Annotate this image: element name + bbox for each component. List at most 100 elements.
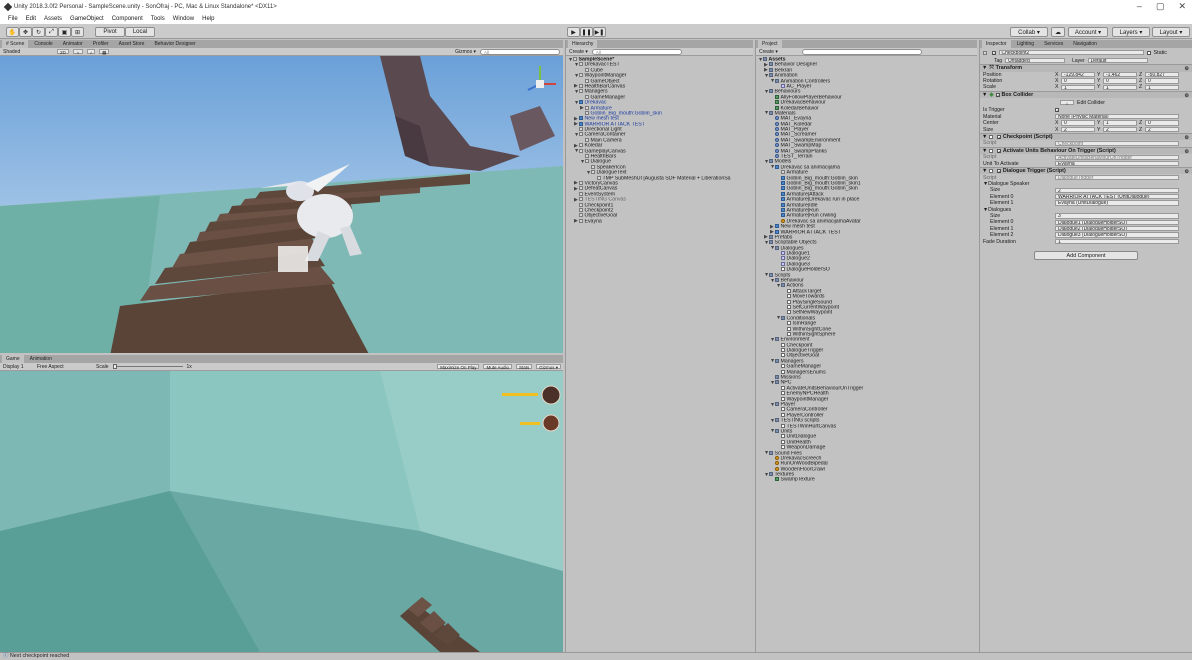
- dialogues-size-field[interactable]: 3: [1055, 213, 1179, 219]
- scale-slider[interactable]: [112, 364, 183, 369]
- unit-to-activate-field[interactable]: Evayna: [1055, 161, 1179, 167]
- tab-project[interactable]: Project: [758, 40, 782, 48]
- tab-animation[interactable]: Animation: [26, 355, 56, 363]
- rotation-y-field[interactable]: 0: [1103, 78, 1137, 84]
- is-trigger-checkbox[interactable]: ✓: [1055, 108, 1059, 113]
- pause-button[interactable]: ❚❚: [580, 27, 593, 37]
- minimize-button[interactable]: –: [1137, 1, 1142, 12]
- scene-viewport[interactable]: [0, 56, 563, 353]
- display-dropdown[interactable]: Display 1: [3, 364, 33, 370]
- object-name-field[interactable]: Checkpoint2: [998, 49, 1144, 56]
- edit-collider-button[interactable]: ⌂: [1060, 99, 1074, 106]
- game-viewport[interactable]: [0, 371, 563, 652]
- object-active-checkbox[interactable]: ✓: [991, 50, 996, 55]
- move-tool-button[interactable]: ✥: [19, 27, 32, 37]
- box-collider-header[interactable]: ▼ ◈ ✓ Box Collider ⚙: [980, 90, 1192, 99]
- project-create-button[interactable]: Create ▾: [759, 49, 778, 55]
- menu-file[interactable]: File: [8, 16, 18, 22]
- speaker-element-1-field[interactable]: Evayna (UnitDialogue): [1055, 200, 1179, 206]
- checkpoint-script-header[interactable]: ▼ ✓ Checkpoint (Script) ⚙: [980, 132, 1192, 141]
- scene-gizmos-dropdown[interactable]: Gizmos ▾: [455, 49, 476, 55]
- dialogue-element-2-field[interactable]: Dialogue3 (DialogueHolderSO): [1055, 232, 1179, 238]
- material-field[interactable]: None (Physic Material): [1055, 114, 1179, 120]
- hierarchy-item-row[interactable]: ▶ Evayna: [566, 218, 753, 224]
- maximize-button[interactable]: ▢: [1156, 1, 1165, 12]
- scale-y-field[interactable]: 1: [1103, 84, 1137, 91]
- tab-scene[interactable]: # Scene: [2, 40, 29, 48]
- dialogue-element-1-field[interactable]: Dialogue2 (DialogueHolderSO): [1055, 226, 1179, 232]
- dialogue-trigger-header[interactable]: ▼ ✓ Dialogue Trigger (Script) ⚙: [980, 166, 1192, 175]
- audio-toggle[interactable]: ♪: [86, 48, 96, 55]
- 2d-toggle[interactable]: 2D: [57, 48, 69, 55]
- hand-tool-button[interactable]: ✋: [6, 27, 19, 37]
- tab-hierarchy[interactable]: Hierarchy: [568, 40, 598, 48]
- game-gizmos-dropdown[interactable]: Gizmos ▾: [536, 363, 561, 370]
- account-button[interactable]: Account ▾: [1068, 27, 1108, 37]
- box-collider-enabled-checkbox[interactable]: ✓: [995, 92, 1000, 97]
- layer-dropdown[interactable]: Default: [1087, 57, 1148, 64]
- tab-navigation[interactable]: Navigation: [1069, 40, 1101, 48]
- dialogue-element-0-field[interactable]: Dialogue1 (DialogueHolderSO): [1055, 219, 1179, 226]
- scale-z-field[interactable]: 1: [1145, 84, 1179, 91]
- transform-header[interactable]: ▼ ⤧ Transform ⚙: [980, 64, 1192, 72]
- project-search-input[interactable]: [801, 48, 922, 55]
- fade-duration-field[interactable]: 1: [1055, 238, 1179, 245]
- hierarchy-create-button[interactable]: Create ▾: [569, 49, 588, 55]
- size-x-field[interactable]: 2: [1061, 126, 1095, 133]
- close-button[interactable]: ✕: [1178, 1, 1186, 12]
- tab-services[interactable]: Services: [1040, 40, 1067, 48]
- stats-toggle[interactable]: Stats: [515, 363, 533, 370]
- position-x-field[interactable]: -129.842: [1061, 72, 1095, 78]
- center-x-field[interactable]: 0: [1061, 120, 1095, 126]
- menu-edit[interactable]: Edit: [26, 16, 36, 22]
- speaker-element-0-field[interactable]: WARRIOR ATTACK TEST (UnitDialogue): [1055, 194, 1179, 200]
- activate-enabled-checkbox[interactable]: ✓: [996, 148, 1001, 153]
- project-item-row[interactable]: SwampTexture: [756, 477, 977, 483]
- play-button[interactable]: ▶: [567, 27, 580, 37]
- transform-tool-button[interactable]: ⊞: [71, 27, 84, 37]
- menu-component[interactable]: Component: [112, 16, 143, 22]
- position-z-field[interactable]: -50.827: [1145, 72, 1179, 78]
- local-toggle[interactable]: Local: [125, 27, 155, 37]
- tab-behavior-designer[interactable]: Behavior Designer: [150, 40, 199, 48]
- dialogue-trigger-enabled-checkbox[interactable]: ✓: [996, 169, 1001, 174]
- size-z-field[interactable]: 2: [1145, 126, 1179, 133]
- tab-game[interactable]: Game: [2, 355, 24, 363]
- rect-tool-button[interactable]: ▣: [58, 27, 71, 37]
- size-y-field[interactable]: 2: [1103, 126, 1137, 133]
- speaker-size-field[interactable]: 2: [1055, 187, 1179, 194]
- position-y-field[interactable]: -1.462: [1103, 72, 1137, 78]
- add-component-button[interactable]: Add Component: [1034, 250, 1138, 260]
- maximize-on-play-toggle[interactable]: Maximize On Play: [437, 363, 480, 370]
- layout-button[interactable]: Layout ▾: [1152, 27, 1190, 37]
- cloud-button[interactable]: ☁: [1051, 27, 1065, 37]
- mute-audio-toggle[interactable]: Mute Audio: [483, 363, 512, 370]
- scale-tool-button[interactable]: ⤢: [45, 27, 58, 37]
- tab-animator[interactable]: Animator: [59, 40, 87, 48]
- pivot-toggle[interactable]: Pivot: [95, 27, 125, 37]
- menu-window[interactable]: Window: [173, 16, 194, 22]
- menu-tools[interactable]: Tools: [151, 16, 165, 22]
- rotate-tool-button[interactable]: ↻: [32, 27, 45, 37]
- tab-lighting[interactable]: Lighting: [1013, 40, 1039, 48]
- activate-units-header[interactable]: ▼ ✓ Activate Units Behaviour On Trigger …: [980, 146, 1192, 155]
- tab-profiler[interactable]: Profiler: [89, 40, 113, 48]
- shading-dropdown[interactable]: Shaded: [3, 49, 53, 55]
- static-checkbox[interactable]: [1146, 50, 1151, 55]
- menu-help[interactable]: Help: [202, 16, 214, 22]
- collab-button[interactable]: Collab ▾: [1010, 27, 1048, 37]
- rotation-z-field[interactable]: 0: [1145, 78, 1179, 84]
- menu-gameobject[interactable]: GameObject: [70, 16, 104, 22]
- lighting-toggle[interactable]: ☼: [72, 48, 83, 55]
- scene-search-input[interactable]: All: [480, 48, 560, 55]
- effects-toggle[interactable]: ▦: [99, 48, 110, 55]
- tab-inspector[interactable]: Inspector: [982, 40, 1011, 48]
- hierarchy-search-input[interactable]: All: [591, 48, 682, 55]
- aspect-dropdown[interactable]: Free Aspect: [37, 364, 92, 370]
- scale-x-field[interactable]: 1: [1061, 84, 1095, 91]
- rotation-x-field[interactable]: 0: [1061, 78, 1095, 84]
- step-button[interactable]: ▶❚: [593, 27, 606, 37]
- tab-asset-store[interactable]: Asset Store: [115, 40, 149, 48]
- layers-button[interactable]: Layers ▾: [1112, 27, 1150, 37]
- checkpoint-enabled-checkbox[interactable]: ✓: [996, 134, 1001, 139]
